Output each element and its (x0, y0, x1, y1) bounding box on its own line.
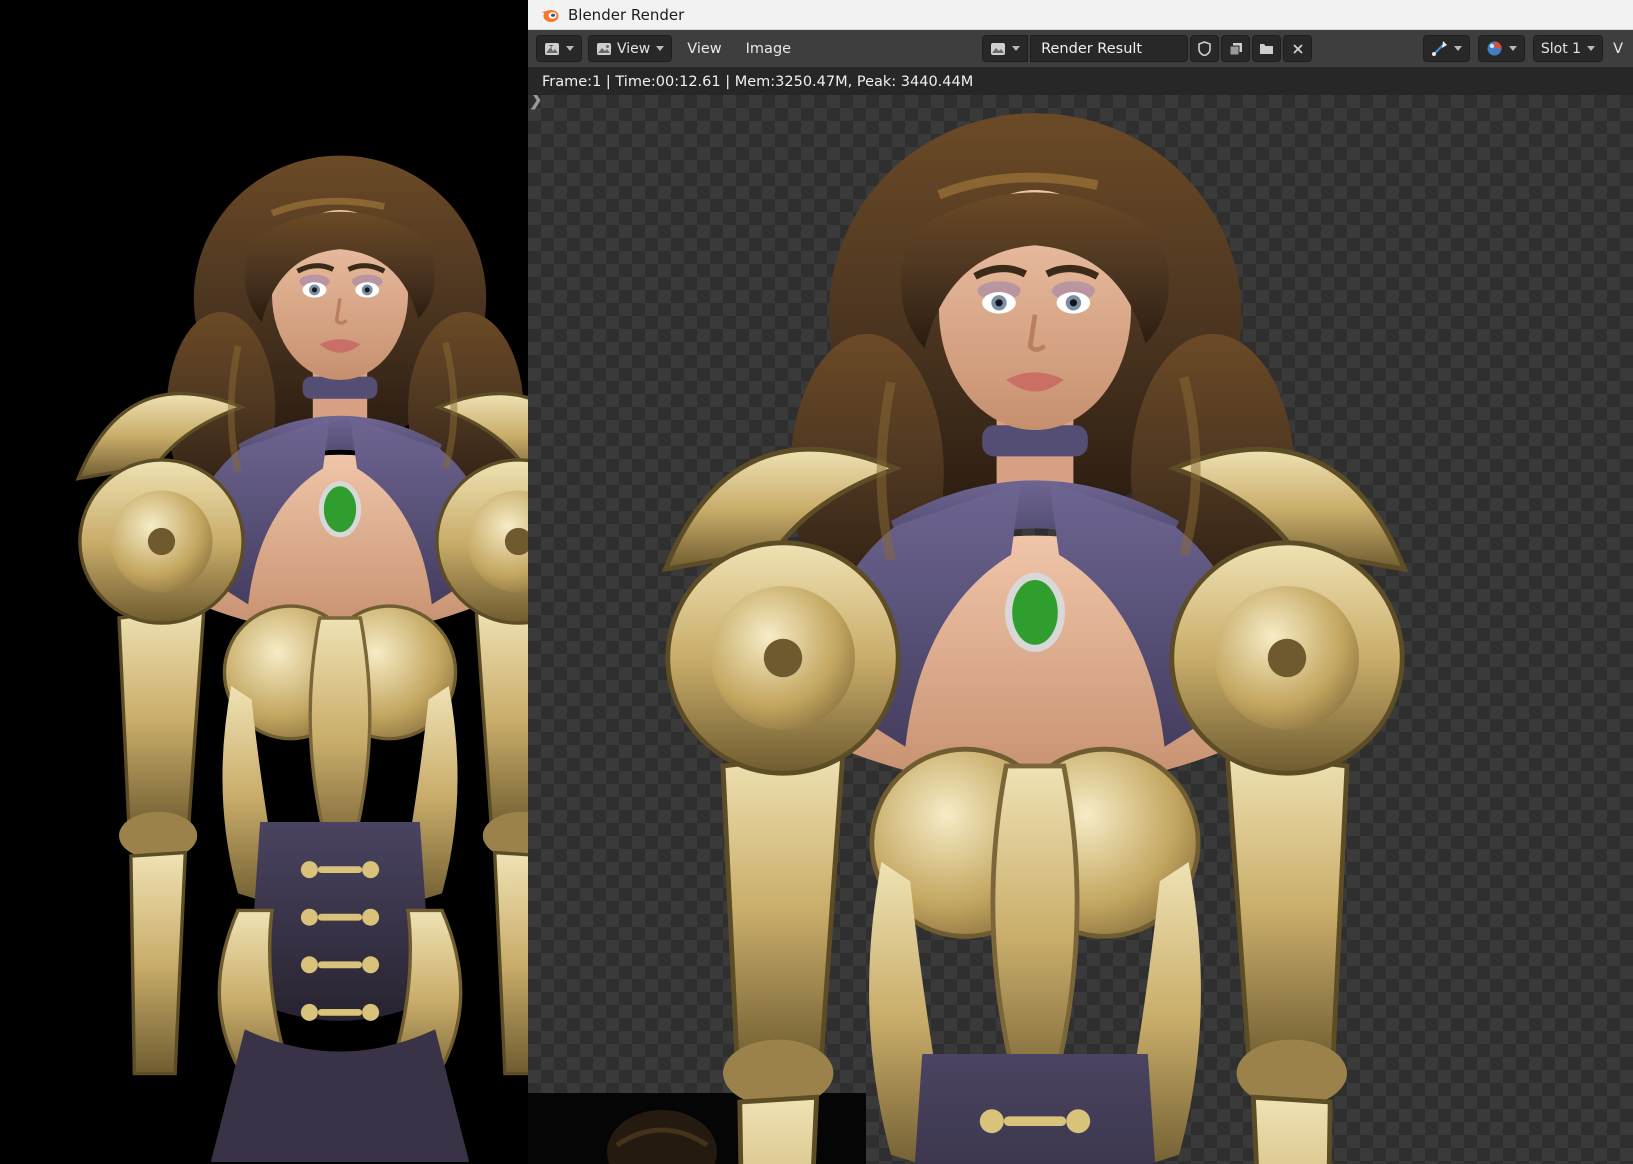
blender-logo-icon (540, 5, 560, 25)
svg-text:T: T (548, 44, 554, 52)
slot-selector[interactable]: Slot 1 (1533, 35, 1603, 62)
folder-icon (1259, 42, 1274, 55)
render-result-canvas[interactable]: ❯ (528, 95, 1633, 1164)
chevron-down-icon (565, 44, 574, 53)
rendered-character-left (0, 108, 528, 1162)
shield-icon (1198, 41, 1211, 56)
header-right-group: Slot 1 V (1423, 35, 1625, 62)
image-editor-icon: T (544, 41, 560, 57)
view-mode-label: View (617, 41, 650, 57)
truncated-menu-text: V (1611, 41, 1625, 57)
image-datablock-icon (990, 41, 1006, 57)
background-render-viewport (0, 0, 528, 1164)
sphere-icon (1486, 40, 1503, 57)
display-channels-button[interactable] (1478, 35, 1525, 62)
chevron-down-icon (1453, 44, 1462, 53)
editor-type-button[interactable]: T (536, 35, 582, 62)
window-title: Blender Render (568, 6, 684, 24)
duplicate-image-button[interactable] (1221, 35, 1250, 62)
window-titlebar[interactable]: Blender Render (528, 0, 1633, 30)
unlink-image-button[interactable] (1283, 35, 1312, 62)
rendered-character-main (531, 95, 1539, 1164)
fake-user-button[interactable] (1190, 35, 1219, 62)
copy-icon (1229, 42, 1243, 56)
desktop: Blender Render T View View Image (0, 0, 1633, 1164)
render-stats-text: Frame:1 | Time:00:12.61 | Mem:3250.47M, … (542, 74, 973, 90)
chevron-down-icon (1508, 44, 1517, 53)
chevron-down-icon (655, 44, 664, 53)
pin-toggle-button[interactable] (1423, 35, 1470, 62)
arrow-pin-icon (1431, 40, 1448, 57)
image-browse-button[interactable] (982, 35, 1028, 62)
menu-image[interactable]: Image (737, 41, 800, 57)
render-info-bar: Frame:1 | Time:00:12.61 | Mem:3250.47M, … (528, 68, 1633, 95)
image-datablock-group: Render Result (982, 35, 1312, 62)
menu-view[interactable]: View (678, 41, 730, 57)
close-x-icon (1292, 43, 1304, 55)
image-editor-header: T View View Image (528, 30, 1633, 68)
blender-render-window: Blender Render T View View Image (528, 0, 1633, 1164)
open-image-button[interactable] (1252, 35, 1281, 62)
view-mode-dropdown[interactable]: View (588, 35, 672, 62)
image-name-field[interactable]: Render Result (1030, 35, 1188, 62)
chevron-down-icon (1586, 44, 1595, 53)
chevron-down-icon (1011, 44, 1020, 53)
slot-label: Slot 1 (1541, 41, 1581, 57)
image-icon (596, 41, 612, 57)
